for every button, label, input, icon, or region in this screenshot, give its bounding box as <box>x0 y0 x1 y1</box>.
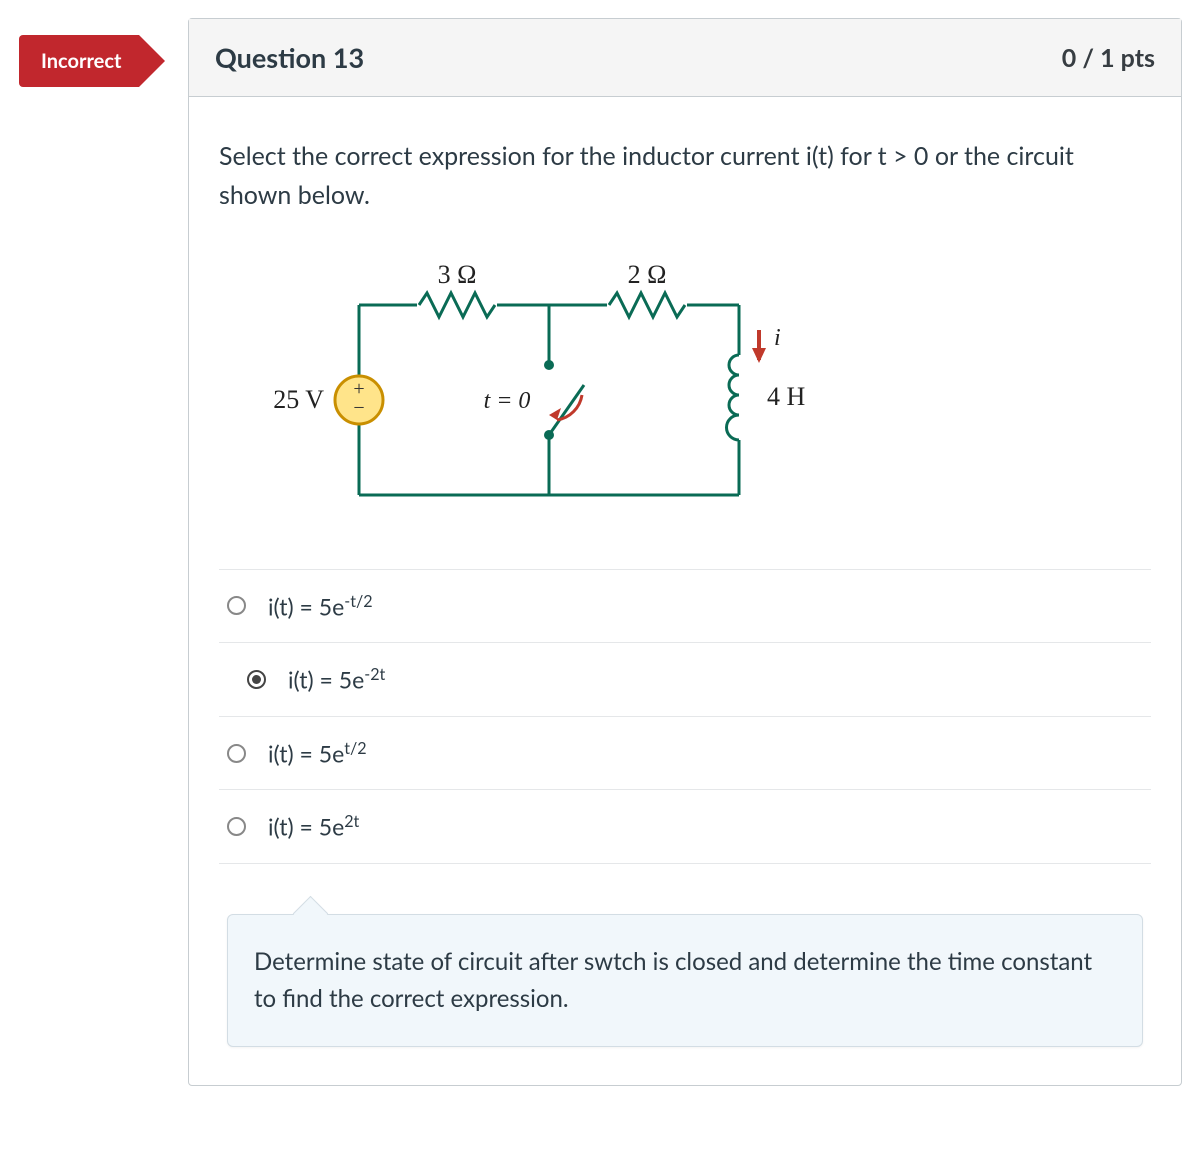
r1-label: 3 Ω <box>438 260 477 289</box>
question-header: Question 13 0 / 1 pts <box>189 19 1181 97</box>
circuit-diagram: + − 3 Ω 2 Ω 25 V t = 0 i 4 H <box>249 245 1151 539</box>
svg-text:−: − <box>353 397 364 419</box>
r2-label: 2 Ω <box>628 260 667 289</box>
inductor-label: 4 H <box>767 382 806 411</box>
radio-icon <box>227 817 246 836</box>
radio-icon <box>247 670 266 689</box>
feedback-box: Determine state of circuit after swtch i… <box>227 914 1143 1046</box>
question-card: Incorrect Question 13 0 / 1 pts Select t… <box>188 18 1182 1086</box>
answer-option-1[interactable]: i(t) = 5e-t/2 <box>219 569 1151 643</box>
answer-option-4[interactable]: i(t) = 5e2t <box>219 789 1151 864</box>
question-points: 0 / 1 pts <box>1062 43 1155 73</box>
answer-text: i(t) = 5e-2t <box>288 665 385 694</box>
status-flag: Incorrect <box>19 35 165 87</box>
source-label: 25 V <box>273 385 324 414</box>
current-label: i <box>774 325 781 351</box>
answer-option-2[interactable]: i(t) = 5e-2t <box>219 642 1151 716</box>
answer-list: i(t) = 5e-t/2 i(t) = 5e-2t i(t) = 5et/2 … <box>219 569 1151 865</box>
question-title: Question 13 <box>215 41 364 74</box>
status-flag-label: Incorrect <box>19 35 139 87</box>
answer-option-3[interactable]: i(t) = 5et/2 <box>219 716 1151 790</box>
status-flag-arrow-icon <box>139 35 165 87</box>
radio-icon <box>227 744 246 763</box>
question-prompt: Select the correct expression for the in… <box>219 137 1151 215</box>
answer-text: i(t) = 5et/2 <box>268 739 367 768</box>
switch-label: t = 0 <box>484 388 531 414</box>
answer-text: i(t) = 5e2t <box>268 812 359 841</box>
feedback-text: Determine state of circuit after swtch i… <box>254 947 1092 1013</box>
radio-icon <box>227 596 246 615</box>
answer-text: i(t) = 5e-t/2 <box>268 592 373 621</box>
question-body: Select the correct expression for the in… <box>189 97 1181 1085</box>
